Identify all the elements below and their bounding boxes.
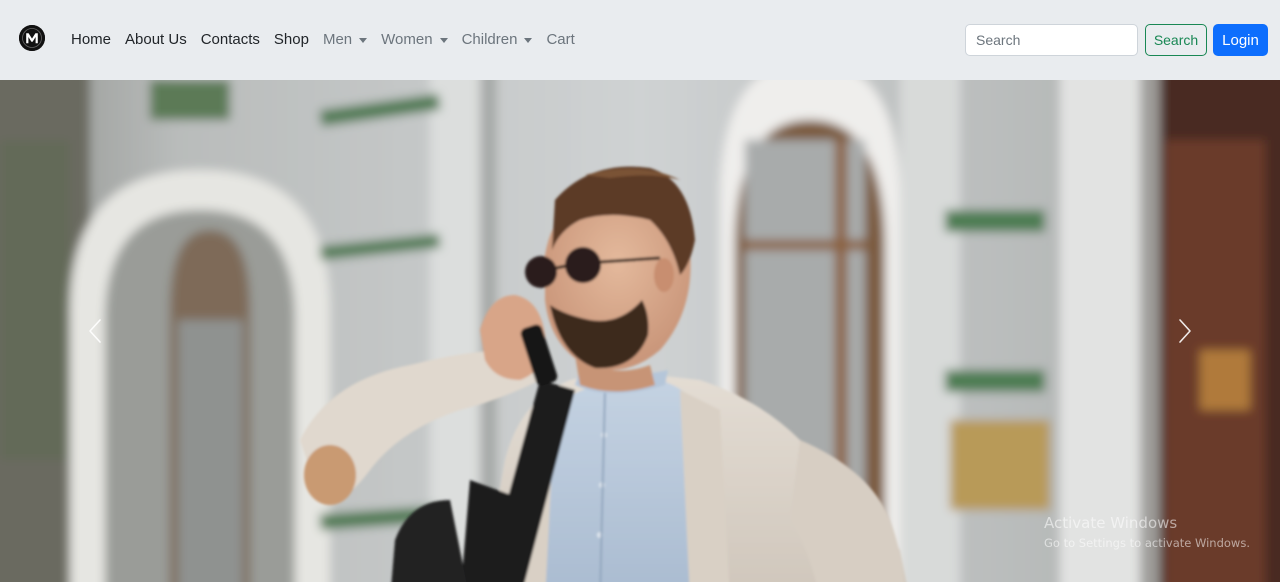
- nav-about-us-link[interactable]: About Us: [118, 30, 194, 50]
- nav-women-dropdown[interactable]: Women: [374, 30, 454, 50]
- nav-contacts-link[interactable]: Contacts: [194, 30, 267, 50]
- nav-cart-link[interactable]: Cart: [539, 30, 581, 50]
- nav-home-label: Home: [71, 31, 112, 48]
- nav-men-label: Men: [322, 31, 353, 48]
- chevron-left-icon: [89, 319, 101, 343]
- nav-menu: Home About Us Contacts Shop Men Women Ch…: [64, 0, 582, 80]
- navbar: Home About Us Contacts Shop Men Women Ch…: [0, 0, 1280, 80]
- nav-cart-label: Cart: [546, 31, 575, 48]
- nav-men-dropdown[interactable]: Men: [316, 30, 374, 50]
- man-in-sunglasses-on-phone-photo: [0, 80, 1280, 582]
- carousel-next-button[interactable]: [1090, 80, 1280, 582]
- nav-contacts-label: Contacts: [200, 31, 260, 48]
- caret-down-icon: [359, 38, 368, 43]
- login-button[interactable]: Login: [1213, 24, 1268, 56]
- search-button[interactable]: Search: [1145, 24, 1207, 56]
- nav-women-label: Women: [381, 31, 433, 48]
- brand-logo-icon[interactable]: [19, 25, 45, 51]
- hero-carousel: Activate Windows Go to Settings to activ…: [0, 80, 1280, 582]
- nav-home-link[interactable]: Home: [64, 30, 118, 50]
- carousel-prev-button[interactable]: [0, 80, 190, 582]
- nav-children-dropdown[interactable]: Children: [455, 30, 540, 50]
- nav-shop-label: Shop: [273, 31, 309, 48]
- nav-children-label: Children: [461, 31, 518, 48]
- nav-shop-link[interactable]: Shop: [267, 30, 316, 50]
- caret-down-icon: [439, 38, 448, 43]
- m-circle-logo-icon: [19, 25, 45, 51]
- chevron-right-icon: [1179, 319, 1191, 343]
- search-form: Search Login: [965, 24, 1268, 56]
- nav-about-us-label: About Us: [125, 31, 187, 48]
- search-input[interactable]: [965, 24, 1138, 56]
- caret-down-icon: [524, 38, 533, 43]
